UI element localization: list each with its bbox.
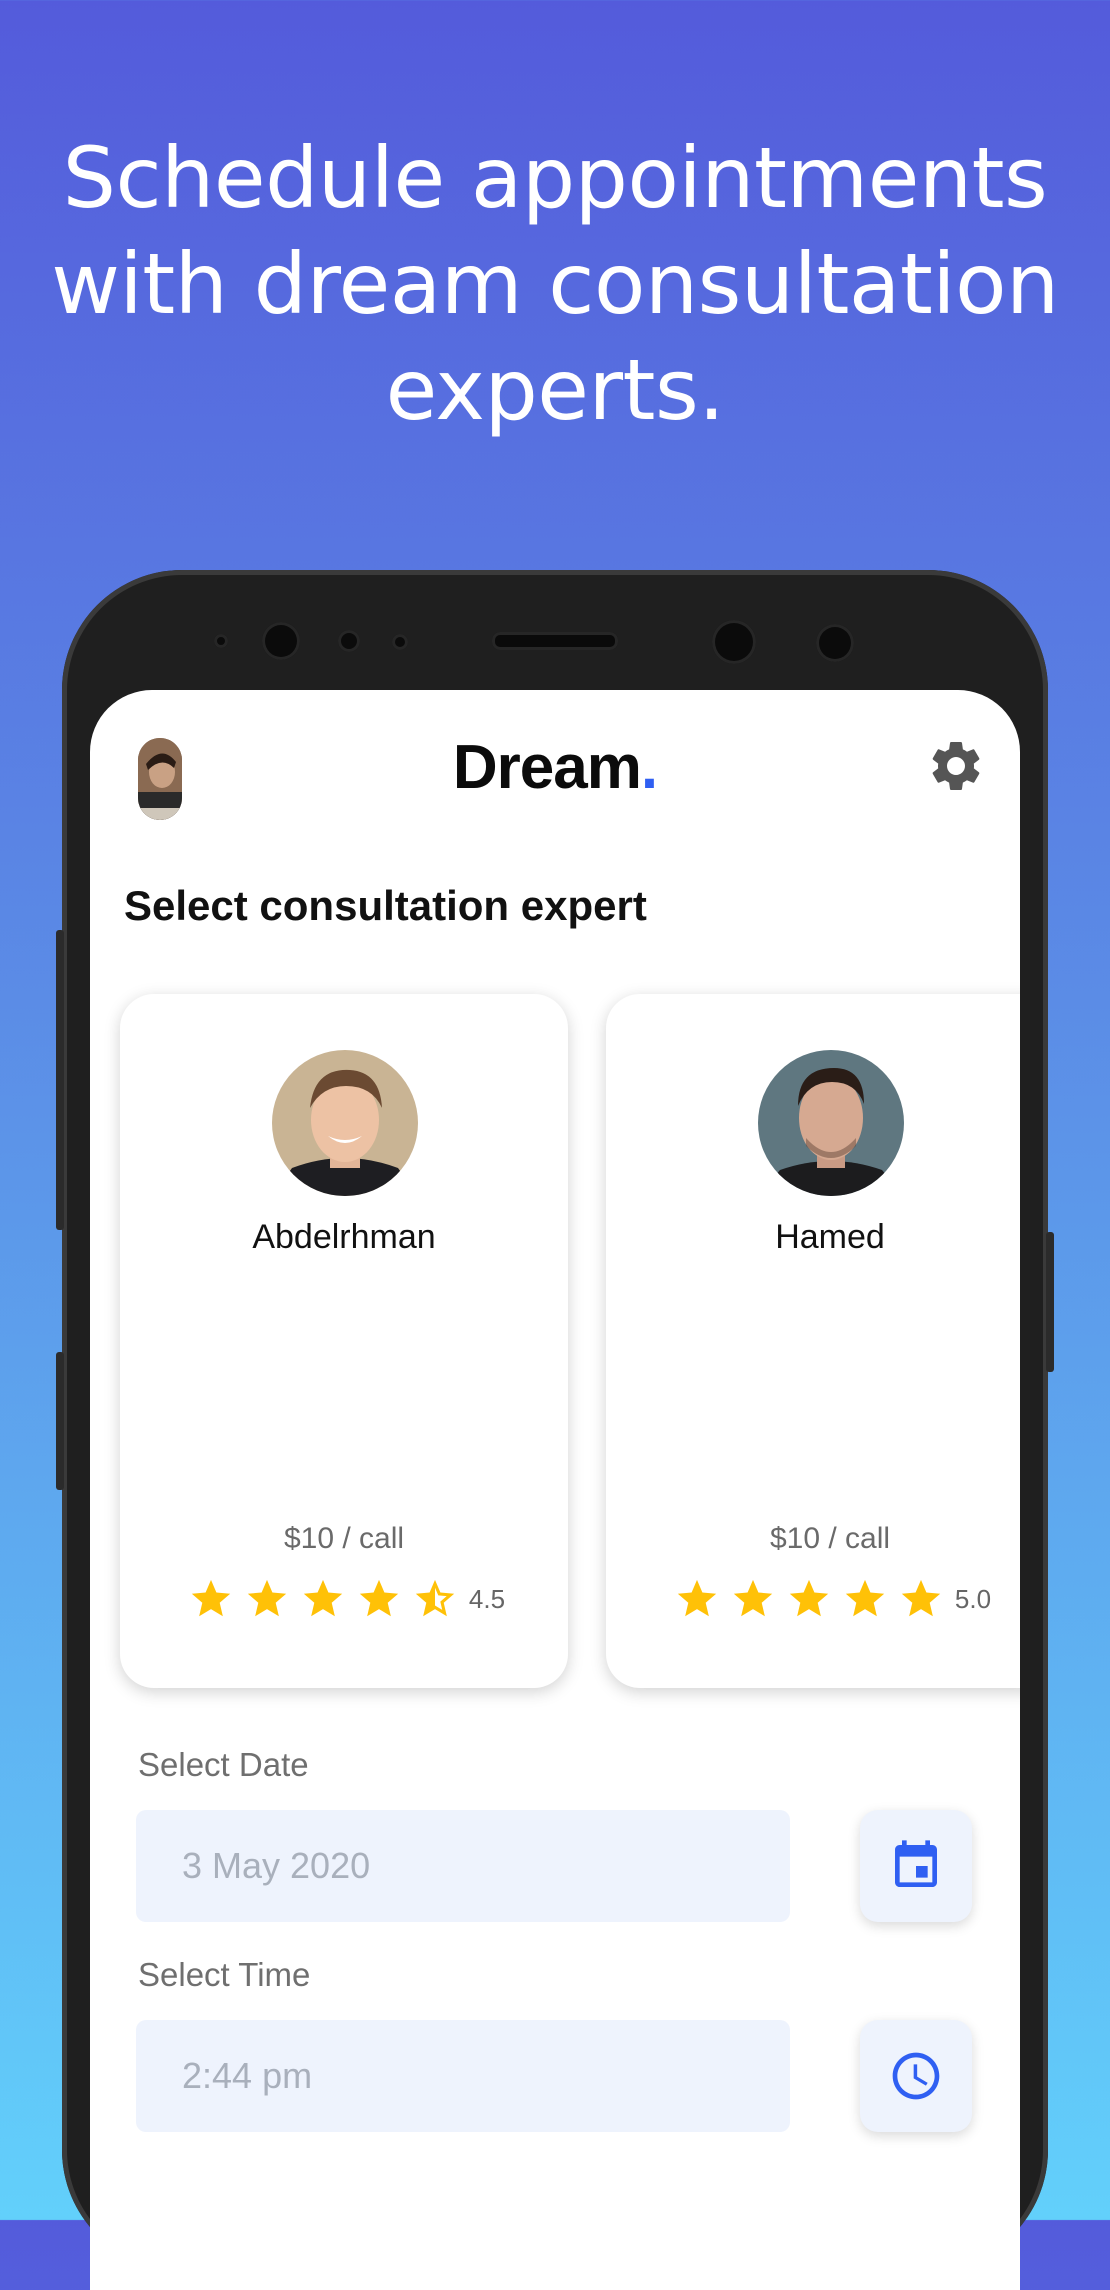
star-icon xyxy=(677,1579,717,1617)
star-icon xyxy=(733,1579,773,1617)
expert-name: Hamed xyxy=(775,1218,885,1256)
expert-rating: 4.5 xyxy=(120,1576,568,1622)
star-icon xyxy=(303,1579,343,1617)
rating-value: 5.0 xyxy=(954,1583,992,1614)
phone-speaker xyxy=(492,632,618,650)
expert-card-abdelrhman[interactable]: Abdelrhman $10 / call 4.5 xyxy=(120,994,568,1688)
brand-name: Dream xyxy=(452,733,642,802)
phone-side-button xyxy=(56,930,64,1230)
expert-price: $10 / call xyxy=(769,1522,891,1555)
app-brand: Dream. xyxy=(90,732,1020,803)
star-icon xyxy=(845,1579,885,1617)
phone-camera xyxy=(712,620,756,664)
select-time-label: Select Time xyxy=(138,1956,311,1993)
time-field[interactable]: 2:44 pm xyxy=(136,2020,790,2132)
phone-sensor xyxy=(338,630,360,652)
star-icon xyxy=(359,1579,399,1617)
headline-line-1: Schedule appointments xyxy=(62,129,1048,227)
promo-headline: Schedule appointments with dream consult… xyxy=(0,125,1110,443)
phone-side-button xyxy=(1046,1232,1054,1372)
calendar-icon xyxy=(895,1840,937,1887)
gear-icon[interactable] xyxy=(926,736,986,796)
star-icon xyxy=(901,1579,941,1617)
expert-name: Abdelrhman xyxy=(252,1218,436,1256)
star-icon xyxy=(247,1579,287,1617)
select-date-label: Select Date xyxy=(138,1746,309,1783)
star-half-icon xyxy=(415,1579,455,1617)
calendar-button[interactable] xyxy=(860,1810,972,1922)
headline-line-2: with dream consultation xyxy=(51,235,1059,333)
star-icon xyxy=(191,1579,231,1617)
phone-side-button xyxy=(56,1352,64,1490)
clock-button[interactable] xyxy=(860,2020,972,2132)
expert-photo xyxy=(272,1050,418,1196)
expert-rating: 5.0 xyxy=(606,1576,1020,1622)
expert-photo xyxy=(758,1050,904,1196)
expert-price: $10 / call xyxy=(283,1522,405,1555)
phone-sensor xyxy=(392,634,408,650)
app-screen: Dream. Select consultation expert Abdelr… xyxy=(90,690,1020,2290)
clock-icon xyxy=(892,2052,940,2100)
date-field[interactable]: 3 May 2020 xyxy=(136,1810,790,1922)
headline-line-3: experts. xyxy=(385,341,725,439)
brand-dot: . xyxy=(640,733,658,802)
star-icon xyxy=(789,1579,829,1617)
rating-value: 4.5 xyxy=(468,1583,506,1614)
expert-card-hamed[interactable]: Hamed $10 / call 5.0 xyxy=(606,994,1020,1688)
phone-sensor xyxy=(816,624,854,662)
phone-sensor xyxy=(214,634,228,648)
phone-camera xyxy=(262,622,300,660)
section-title: Select consultation expert xyxy=(124,882,647,929)
